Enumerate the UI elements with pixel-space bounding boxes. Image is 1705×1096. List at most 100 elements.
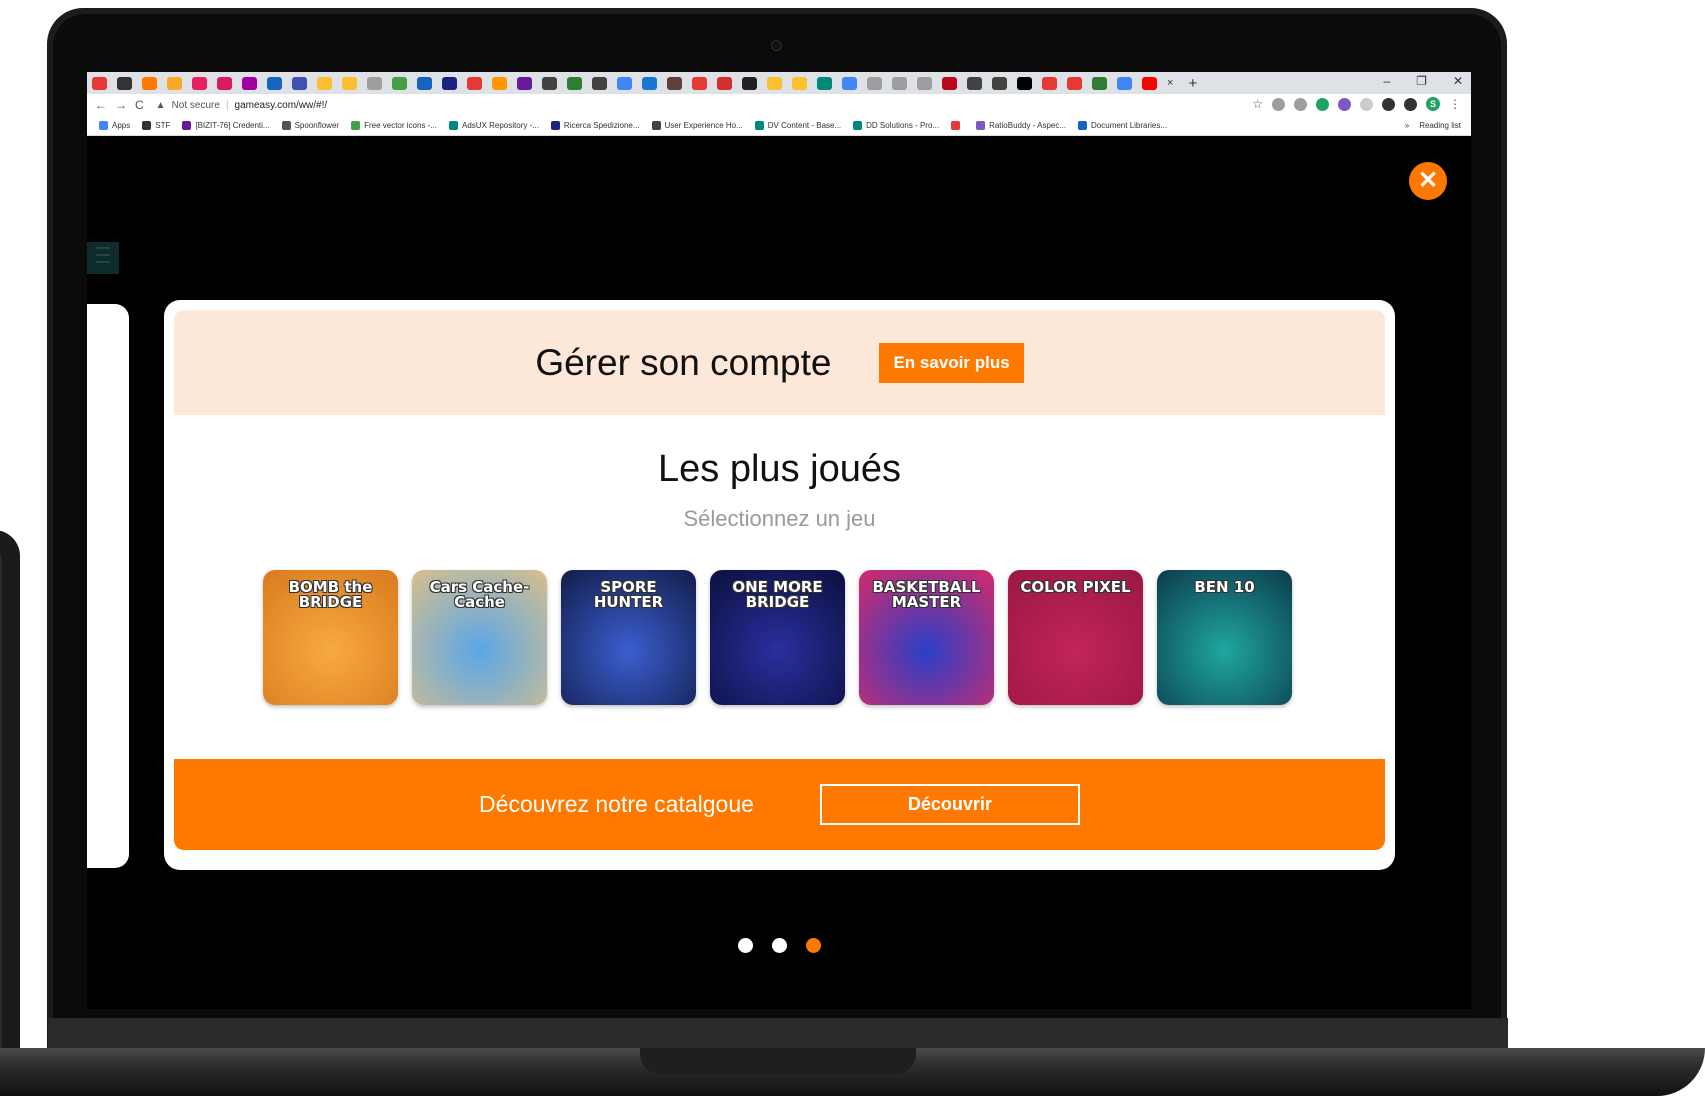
bookmark-star-icon[interactable]: ☆ xyxy=(1252,97,1263,111)
bookmark-item[interactable]: RatioBuddy - Aspec... xyxy=(976,121,1066,130)
browser-tab[interactable] xyxy=(1017,76,1032,90)
laptop-chin xyxy=(48,1018,1508,1048)
extension-icon[interactable] xyxy=(1382,97,1395,111)
browser-tab[interactable] xyxy=(1117,76,1132,90)
browser-tab[interactable] xyxy=(192,76,207,90)
extension-icon[interactable] xyxy=(1272,97,1285,111)
browser-tab[interactable] xyxy=(767,76,782,90)
previous-slide-card[interactable] xyxy=(87,304,129,868)
browser-tab[interactable] xyxy=(292,76,307,90)
forward-icon[interactable]: → xyxy=(115,98,127,112)
browser-tab[interactable] xyxy=(267,76,282,90)
bookmark-item[interactable]: Ricerca Spedizione... xyxy=(550,121,640,130)
browser-tab[interactable] xyxy=(117,76,132,90)
window-close-icon[interactable]: ✕ xyxy=(1453,74,1463,88)
url-text[interactable]: gameasy.com/ww/#!/ xyxy=(235,100,328,111)
bookmark-item[interactable] xyxy=(951,121,964,130)
browser-tab[interactable] xyxy=(442,76,457,90)
bookmark-item[interactable]: Free vector icons -... xyxy=(351,121,437,130)
extension-icon[interactable] xyxy=(1338,97,1351,111)
game-tile[interactable]: BEN 10 xyxy=(1157,570,1292,705)
browser-tab[interactable] xyxy=(592,76,607,90)
browser-tab[interactable] xyxy=(667,76,682,90)
browser-tab[interactable] xyxy=(817,76,832,90)
bookmark-item[interactable]: User Experience Ho... xyxy=(651,121,743,130)
browser-tab[interactable] xyxy=(1042,76,1057,90)
back-icon[interactable]: ← xyxy=(95,98,107,112)
game-tile[interactable]: SPORE HUNTER xyxy=(561,570,696,705)
browser-tab[interactable] xyxy=(142,76,157,90)
browser-tab[interactable] xyxy=(1067,76,1082,90)
security-label[interactable]: Not secure xyxy=(172,100,220,111)
hamburger-menu-icon[interactable] xyxy=(87,242,119,274)
browser-tab[interactable] xyxy=(317,76,332,90)
extension-icon[interactable] xyxy=(1360,97,1373,111)
bookmarks-more-icon[interactable]: » xyxy=(1405,121,1409,130)
restore-icon[interactable]: ❐ xyxy=(1416,74,1427,88)
browser-tab[interactable] xyxy=(842,76,857,90)
browser-tab[interactable] xyxy=(342,76,357,90)
game-title: BOMB the BRIDGE xyxy=(288,578,373,611)
browser-tab[interactable] xyxy=(917,76,932,90)
bookmark-item[interactable]: AdsUX Repository -... xyxy=(449,121,539,130)
browser-tab[interactable] xyxy=(467,76,482,90)
browser-tab[interactable] xyxy=(742,76,757,90)
browser-tab[interactable] xyxy=(792,76,807,90)
learn-more-button[interactable]: En savoir plus xyxy=(879,342,1024,383)
browser-tab[interactable] xyxy=(217,76,232,90)
game-tile[interactable]: ONE MORE BRIDGE xyxy=(710,570,845,705)
browser-tab[interactable] xyxy=(1092,76,1107,90)
extension-icon[interactable] xyxy=(1294,97,1307,111)
browser-tab[interactable] xyxy=(167,76,182,90)
close-tab-icon[interactable]: × xyxy=(1167,77,1173,89)
carousel-dot[interactable] xyxy=(806,938,821,953)
bookmark-label: Apps xyxy=(112,121,131,130)
bookmark-label: Ricerca Spedizione... xyxy=(563,121,640,130)
game-tile[interactable]: Cars Cache-Cache xyxy=(412,570,547,705)
minimize-icon[interactable]: – xyxy=(1383,74,1390,88)
bookmark-item[interactable]: DV Content - Base... xyxy=(754,121,841,130)
bookmark-item[interactable]: [BIZIT-76] Credenti... xyxy=(182,121,270,130)
browser-tab[interactable] xyxy=(617,76,632,90)
warning-icon[interactable]: ▲ xyxy=(156,100,166,111)
browser-tab[interactable] xyxy=(717,76,732,90)
browser-tab[interactable] xyxy=(517,76,532,90)
extension-icon[interactable] xyxy=(1404,97,1417,111)
browser-tab[interactable] xyxy=(867,76,882,90)
browser-tab[interactable] xyxy=(892,76,907,90)
browser-tab[interactable] xyxy=(1142,76,1157,90)
browser-tab[interactable] xyxy=(642,76,657,90)
new-tab-icon[interactable]: + xyxy=(1188,75,1197,92)
profile-avatar[interactable]: S xyxy=(1426,97,1440,111)
bookmark-item[interactable]: Spoonflower xyxy=(281,121,339,130)
bookmark-item[interactable]: Apps xyxy=(99,121,130,130)
bookmark-item[interactable]: STF xyxy=(142,121,170,130)
extension-icon[interactable] xyxy=(1316,97,1329,111)
bookmark-item[interactable]: DD Solutions - Pro... xyxy=(853,121,939,130)
browser-tab[interactable] xyxy=(542,76,557,90)
browser-tab[interactable] xyxy=(92,76,107,90)
browser-tab[interactable] xyxy=(967,76,982,90)
browser-tab[interactable] xyxy=(367,76,382,90)
bookmark-list: Apps STF [BIZIT-76] Credenti... Spoonflower… xyxy=(87,121,1167,130)
browser-tab[interactable] xyxy=(242,76,257,90)
bookmark-item[interactable]: Document Libraries... xyxy=(1078,121,1167,130)
browser-tab[interactable] xyxy=(417,76,432,90)
browser-tab[interactable] xyxy=(392,76,407,90)
browser-tab[interactable] xyxy=(567,76,582,90)
discover-button[interactable]: Découvrir xyxy=(819,784,1080,825)
browser-tab[interactable] xyxy=(492,76,507,90)
carousel-dot[interactable] xyxy=(738,938,753,953)
reload-icon[interactable]: C xyxy=(135,98,144,112)
game-tile[interactable]: COLOR PIXEL xyxy=(1008,570,1143,705)
browser-tab[interactable] xyxy=(942,76,957,90)
browser-tab[interactable] xyxy=(992,76,1007,90)
game-tile[interactable]: BOMB the BRIDGE xyxy=(263,570,398,705)
game-tile[interactable]: BASKETBALL MASTER xyxy=(859,570,994,705)
carousel-dot[interactable] xyxy=(772,938,787,953)
close-overlay-button[interactable]: ✕ xyxy=(1409,162,1447,200)
browser-tab[interactable] xyxy=(692,76,707,90)
reading-list-button[interactable]: Reading list xyxy=(1419,121,1461,130)
omnibox[interactable]: ▲ Not secure | gameasy.com/ww/#!/ xyxy=(156,100,328,111)
browser-menu-icon[interactable]: ⋮ xyxy=(1449,97,1461,111)
